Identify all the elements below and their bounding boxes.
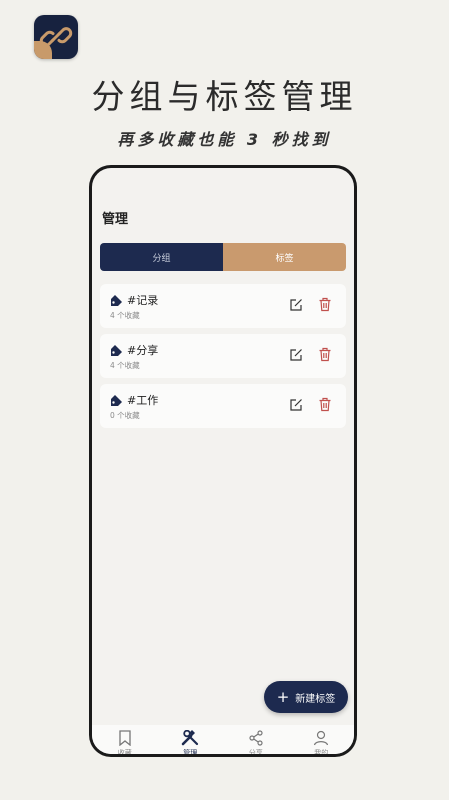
tab-label: 我的 [314,749,329,754]
page-title: 管理 [102,212,129,227]
delete-icon[interactable] [318,397,332,412]
tools-icon [181,730,199,746]
phone-frame: 管理 分组 标签 #记录 4 个收藏 #分享 4 个收藏 #工作 0 个收藏 +… [89,165,357,757]
bookmark-icon [119,730,131,746]
tab-profile[interactable]: 我的 [289,725,355,754]
tag-name: #记录 [127,294,159,307]
user-icon [314,730,329,746]
app-logo [34,15,78,59]
tab-favorites[interactable]: 收藏 [92,725,158,754]
tag-count: 4 个收藏 [110,311,140,320]
segment-tags[interactable]: 标签 [223,243,346,271]
phone-screen: 管理 分组 标签 #记录 4 个收藏 #分享 4 个收藏 #工作 0 个收藏 +… [92,168,354,754]
segmented-control: 分组 标签 [100,243,346,271]
link-icon [39,27,73,47]
tab-manage[interactable]: 管理 [158,725,224,754]
tag-name: #分享 [127,344,159,357]
delete-icon[interactable] [318,347,332,362]
tab-label: 收藏 [117,749,132,754]
tag-card[interactable]: #工作 0 个收藏 [100,384,346,428]
promo-subtitle: 再多收藏也能 3 秒找到 [117,130,332,149]
bottom-tab-bar: 收藏 管理 分享 我的 [92,725,354,754]
plus-icon: + [276,687,290,706]
tag-count: 0 个收藏 [110,411,140,420]
promo-title: 分组与标签管理 [91,77,358,116]
edit-icon[interactable] [289,298,303,312]
edit-icon[interactable] [289,398,303,412]
delete-icon[interactable] [318,297,332,312]
tag-card[interactable]: #记录 4 个收藏 [100,284,346,328]
tag-count: 4 个收藏 [110,361,140,370]
segment-groups[interactable]: 分组 [100,243,223,271]
share-icon [249,730,263,746]
tab-share[interactable]: 分享 [223,725,289,754]
tag-card[interactable]: #分享 4 个收藏 [100,334,346,378]
new-tag-button[interactable]: + 新建标签 [264,681,348,713]
tag-icon [111,345,122,356]
tag-name: #工作 [127,394,159,407]
tab-label: 管理 [183,749,198,754]
tag-icon [111,395,122,406]
tag-icon [111,295,122,306]
edit-icon[interactable] [289,348,303,362]
tab-label: 分享 [248,749,263,754]
new-tag-label: 新建标签 [295,693,336,705]
